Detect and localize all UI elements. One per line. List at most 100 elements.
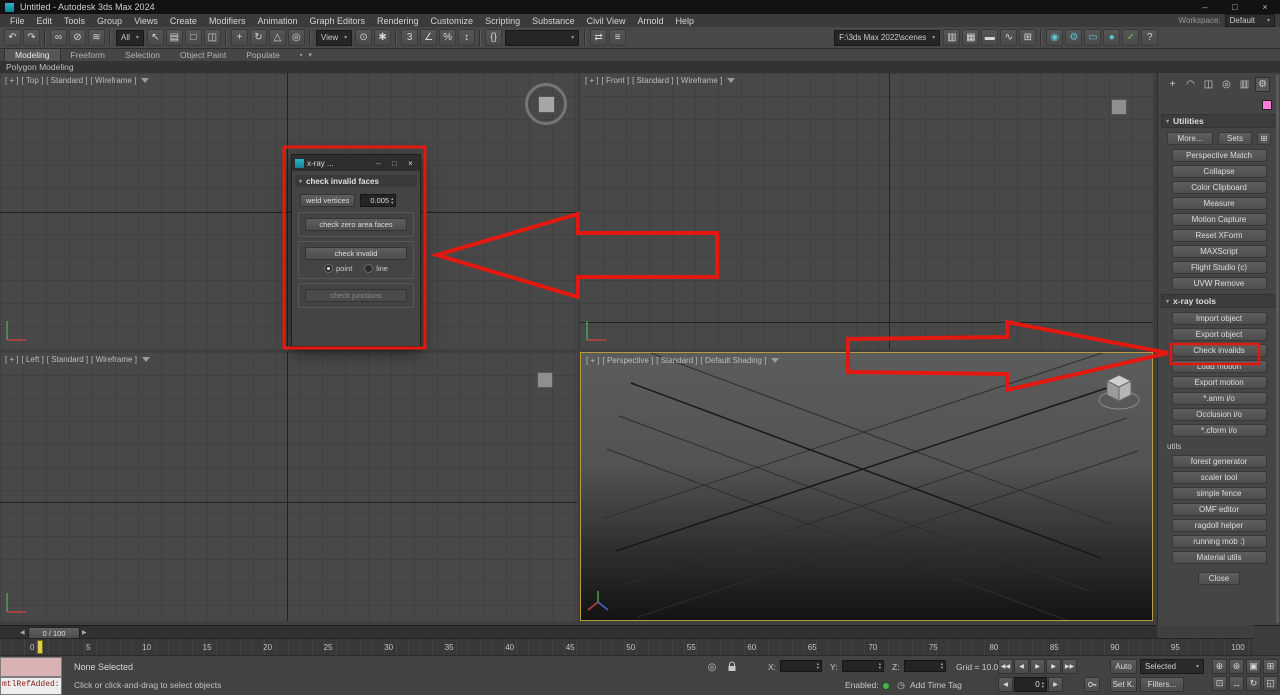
xray-tool-button[interactable]: *.cform i/o <box>1171 424 1267 437</box>
pan-icon[interactable]: ↔ <box>1229 676 1244 691</box>
dialog-maximize-button[interactable]: □ <box>388 159 401 168</box>
render-setup-icon[interactable]: ⚙ <box>1065 29 1083 46</box>
ribbon-config-icon[interactable]: ▾ <box>308 51 312 59</box>
previous-frame-arrow[interactable]: ◀ <box>20 629 25 636</box>
align-icon[interactable]: ≡ <box>609 29 627 46</box>
current-frame-field[interactable]: 0 ▴ ▾ <box>1014 677 1047 692</box>
viewport-perspective[interactable]: [ + ][ Perspective ][ Standard ] [ Defaul… <box>580 352 1153 621</box>
next-frame-arrow[interactable]: ▶ <box>82 629 87 636</box>
selection-filter-dropdown[interactable]: All ▾ <box>116 29 144 46</box>
zoom-all-icon[interactable]: ⊛ <box>1229 659 1244 674</box>
reference-coordinate-system-dropdown[interactable]: View ▾ <box>315 29 353 46</box>
undo-icon[interactable]: ↶ <box>4 29 21 46</box>
utilities-tab[interactable]: ⚙ <box>1255 77 1270 92</box>
menu-item[interactable]: Create <box>164 16 203 26</box>
viewport-menu[interactable]: [ + ] <box>5 76 19 85</box>
maximize-viewport-icon[interactable]: ◱ <box>1263 676 1278 691</box>
render-production-icon[interactable]: ● <box>1103 29 1121 46</box>
xray-tool-button[interactable]: *.anm i/o <box>1171 392 1267 405</box>
viewport-menu[interactable]: [ + ] <box>585 76 599 85</box>
mirror-icon[interactable]: ⇄ <box>590 29 608 46</box>
viewcube[interactable] <box>1111 99 1127 115</box>
dialog-minimize-button[interactable]: – <box>372 159 385 168</box>
unlink-selection-icon[interactable]: ⊘ <box>69 29 86 46</box>
viewport-menu[interactable]: [ Wireframe ] <box>676 76 722 85</box>
y-coordinate-field[interactable]: ▴ ▾ <box>842 660 884 672</box>
menu-item[interactable]: Animation <box>251 16 303 26</box>
point-radio[interactable]: point <box>324 264 352 273</box>
isolate-selection-icon[interactable]: ◎ <box>704 659 720 675</box>
snaps-toggle-icon[interactable]: 3 <box>401 29 419 46</box>
viewport-menu[interactable]: [ Left ] <box>22 355 44 364</box>
set-key-mode-button[interactable]: Set K. <box>1110 677 1137 692</box>
utility-button[interactable]: Perspective Match <box>1171 149 1267 162</box>
select-and-link-icon[interactable]: ∞ <box>50 29 67 46</box>
ribbon-tab-object-paint[interactable]: Object Paint <box>170 49 236 61</box>
spinner-icon[interactable]: ▴ ▾ <box>941 661 943 670</box>
spinner-icon[interactable]: ▴ ▾ <box>391 196 393 205</box>
hierarchy-tab[interactable]: ◫ <box>1201 77 1216 92</box>
enabled-status-dot[interactable] <box>882 682 890 690</box>
utilities-rollout-header[interactable]: ▾ Utilities <box>1161 114 1277 128</box>
maximize-button[interactable]: □ <box>1220 0 1250 14</box>
previous-frame-button[interactable]: ◀ <box>1014 659 1029 674</box>
z-coordinate-field[interactable]: ▴ ▾ <box>904 660 946 672</box>
viewport-menu[interactable]: [ Perspective ] <box>603 356 654 365</box>
selected-key-dropdown[interactable]: Selected ▾ <box>1140 659 1204 674</box>
radio-on-icon[interactable] <box>324 264 334 273</box>
utility-button[interactable]: UVW Remove <box>1171 277 1267 290</box>
viewport-menu[interactable]: [ Default Shading ] <box>701 356 767 365</box>
viewport-menu[interactable]: [ Standard ] <box>656 356 697 365</box>
menu-item[interactable]: Edit <box>31 16 59 26</box>
maxscript-mini-listener[interactable]: mtlRefAdded: X <box>0 677 62 695</box>
utils-button[interactable]: scaler tool <box>1171 471 1267 484</box>
dialog-close-button[interactable]: × <box>404 159 417 168</box>
utility-button[interactable]: Reset XForm <box>1171 229 1267 242</box>
macro-recorder-pane[interactable] <box>0 657 62 677</box>
utility-config-icon[interactable]: ⊞ <box>1257 132 1271 145</box>
utils-button[interactable]: forest generator <box>1171 455 1267 468</box>
workspace-dropdown[interactable]: Default ▾ <box>1224 14 1275 27</box>
xray-tool-button[interactable]: Export object <box>1171 328 1267 341</box>
select-and-rotate-icon[interactable]: ↻ <box>249 29 267 46</box>
close-button[interactable]: × <box>1250 0 1280 14</box>
viewcube[interactable] <box>537 372 553 388</box>
line-radio[interactable]: line <box>364 264 388 273</box>
menu-item[interactable]: Graph Editors <box>303 16 371 26</box>
xray-tool-button[interactable]: Import object <box>1171 312 1267 325</box>
viewport-menu[interactable]: [ + ] <box>5 355 19 364</box>
menu-item[interactable]: Rendering <box>371 16 425 26</box>
spinner-snap-icon[interactable]: ↕ <box>458 29 476 46</box>
redo-icon[interactable]: ↷ <box>23 29 40 46</box>
schematic-view-icon[interactable]: ⊞ <box>1019 29 1037 46</box>
menu-item[interactable]: Tools <box>58 16 91 26</box>
select-and-manipulate-icon[interactable]: ✱ <box>374 29 392 46</box>
ribbon-display-icon[interactable]: ▪ <box>300 52 302 59</box>
weld-threshold-field[interactable]: 0.005 ▴ ▾ <box>360 194 397 207</box>
edit-named-sets-icon[interactable]: {} <box>485 29 503 46</box>
utils-button[interactable]: running mob :) <box>1171 535 1267 548</box>
utils-button[interactable]: ragdoll helper <box>1171 519 1267 532</box>
menu-item[interactable]: Substance <box>526 16 581 26</box>
viewport-menu[interactable]: [ Standard ] <box>47 355 88 364</box>
utils-button[interactable]: Material utils <box>1171 551 1267 564</box>
viewport-top[interactable]: [ + ][ Top ][ Standard ] [ Wireframe ] <box>0 73 577 349</box>
check-invalid-button[interactable]: check invalid <box>305 247 407 260</box>
scene-explorer-icon[interactable]: ▥ <box>943 29 961 46</box>
viewport-menu[interactable]: [ Standard ] <box>632 76 673 85</box>
angle-snap-icon[interactable]: ∠ <box>420 29 438 46</box>
x-coordinate-field[interactable]: ▴ ▾ <box>780 660 822 672</box>
close-utility-button[interactable]: Close <box>1198 572 1240 585</box>
viewcube-face[interactable] <box>537 95 555 113</box>
xray-tools-rollout-header[interactable]: ▾ x-ray tools <box>1161 294 1277 308</box>
play-button[interactable]: ▶ <box>1030 659 1045 674</box>
viewcube[interactable] <box>525 83 567 125</box>
motion-tab[interactable]: ◎ <box>1219 77 1234 92</box>
rendered-frame-window-icon[interactable]: ▭ <box>1084 29 1102 46</box>
menu-item[interactable]: Arnold <box>631 16 669 26</box>
display-tab[interactable]: ▥ <box>1237 77 1252 92</box>
zoom-region-icon[interactable]: ⊡ <box>1212 676 1227 691</box>
viewport-menu[interactable]: [ Front ] <box>602 76 630 85</box>
set-keys-button[interactable] <box>1084 677 1100 692</box>
xray-tool-button[interactable]: Export motion <box>1171 376 1267 389</box>
